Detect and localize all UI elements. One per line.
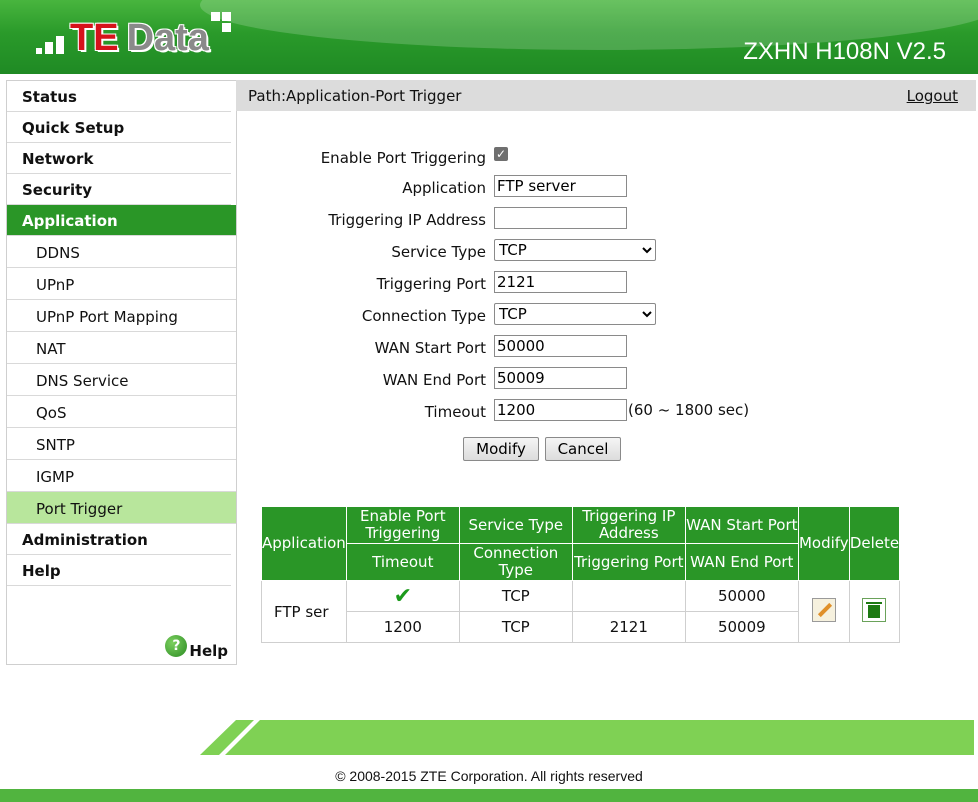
trig-port-label: Triggering Port — [376, 275, 486, 293]
enable-label: Enable Port Triggering — [320, 149, 486, 167]
header-banner: TE Data ZXHN H108N V2.5 — [0, 0, 978, 74]
sidebar-item-status[interactable]: Status — [7, 81, 231, 112]
enable-checkbox[interactable]: ✓ — [494, 147, 508, 161]
help-link[interactable]: ? Help — [165, 635, 228, 660]
service-type-label: Service Type — [391, 243, 486, 261]
trig-ip-label: Triggering IP Address — [328, 211, 486, 229]
logo-dots-icon — [32, 18, 68, 58]
trig-port-input[interactable] — [494, 271, 627, 293]
conn-type-select[interactable]: TCP — [494, 303, 656, 325]
bottom-bar — [0, 789, 978, 802]
path-bar: Path:Application-Port Trigger Logout — [236, 80, 976, 111]
application-label: Application — [402, 179, 486, 197]
wan-start-row: WAN Start Port — [236, 335, 836, 359]
wan-start-label: WAN Start Port — [374, 339, 486, 357]
th-enable: Enable Port Triggering — [345, 506, 460, 544]
trig-ip-input[interactable] — [494, 207, 627, 229]
copyright-text: © 2008-2015 ZTE Corporation. All rights … — [335, 768, 643, 784]
footer-green-band — [200, 720, 974, 755]
modify-button[interactable]: Modify — [463, 437, 539, 461]
th-modify: Modify — [797, 506, 850, 581]
cell-trig-ip — [571, 580, 686, 612]
breadcrumb: Path:Application-Port Trigger — [248, 87, 462, 105]
logout-link[interactable]: Logout — [907, 87, 958, 105]
wan-end-input[interactable] — [494, 367, 627, 389]
th-wan-start: WAN Start Port — [684, 506, 799, 544]
sidebar-item-help[interactable]: Help — [7, 555, 231, 586]
th-conn-type: Connection Type — [458, 543, 573, 581]
cell-modify — [797, 580, 850, 643]
th-timeout: Timeout — [345, 543, 460, 581]
footer-band — [200, 720, 974, 755]
sidebar-item-upnp-port-mapping[interactable]: UPnP Port Mapping — [7, 300, 236, 332]
enable-row: Enable Port Triggering ✓ — [236, 145, 836, 169]
sidebar-item-security[interactable]: Security — [7, 174, 231, 205]
cell-conn-type: TCP — [458, 611, 573, 643]
cell-application: FTP ser — [261, 580, 347, 643]
sidebar-item-administration[interactable]: Administration — [7, 524, 231, 555]
conn-type-row: Connection Type TCP — [236, 303, 836, 327]
model-name: ZXHN H108N V2.5 — [743, 38, 946, 65]
timeout-label: Timeout — [424, 403, 486, 421]
cell-trig-port: 2121 — [571, 611, 686, 643]
service-type-row: Service Type TCP — [236, 239, 836, 263]
cell-service-type: TCP — [458, 580, 573, 612]
th-wan-end: WAN End Port — [684, 543, 799, 581]
cell-enabled: ✔ — [345, 580, 460, 612]
sidebar-item-ddns[interactable]: DDNS — [7, 236, 236, 268]
service-type-select[interactable]: TCP — [494, 239, 656, 261]
port-trigger-table: Application Enable Port Triggering Servi… — [261, 506, 901, 643]
cell-wan-start: 50000 — [684, 580, 799, 612]
sidebar-item-network[interactable]: Network — [7, 143, 231, 174]
sidebar-item-nat[interactable]: NAT — [7, 332, 236, 364]
table-row: FTP ser ✔ TCP 50000 — [261, 580, 901, 643]
sidebar-item-igmp[interactable]: IGMP — [7, 460, 236, 492]
logo-te-text: TE — [70, 16, 119, 59]
cancel-button[interactable]: Cancel — [545, 437, 621, 461]
application-input[interactable] — [494, 175, 627, 197]
application-row: Application — [236, 175, 836, 199]
edit-icon[interactable] — [811, 597, 836, 622]
help-label: Help — [189, 642, 228, 660]
trash-icon[interactable] — [862, 597, 887, 622]
cell-timeout: 1200 — [345, 611, 460, 643]
help-icon: ? — [165, 635, 188, 657]
timeout-hint: (60 ~ 1800 sec) — [628, 401, 750, 419]
th-service-type: Service Type — [458, 506, 573, 544]
cell-wan-end: 50009 — [684, 611, 799, 643]
wan-end-label: WAN End Port — [382, 371, 486, 389]
th-delete: Delete — [848, 506, 901, 581]
sidebar-item-upnp[interactable]: UPnP — [7, 268, 236, 300]
sidebar-item-dns-service[interactable]: DNS Service — [7, 364, 236, 396]
sidebar-item-quick-setup[interactable]: Quick Setup — [7, 112, 231, 143]
trig-port-row: Triggering Port — [236, 271, 836, 295]
wan-end-row: WAN End Port — [236, 367, 836, 391]
checkmark-icon: ✔ — [393, 583, 413, 609]
th-application: Application — [261, 506, 347, 581]
sidebar-item-port-trigger[interactable]: Port Trigger — [7, 492, 236, 524]
conn-type-label: Connection Type — [361, 307, 486, 325]
te-data-logo: TE Data — [32, 10, 233, 66]
sidebar-item-qos[interactable]: QoS — [7, 396, 236, 428]
th-trig-port: Triggering Port — [571, 543, 686, 581]
sidebar-item-sntp[interactable]: SNTP — [7, 428, 236, 460]
wan-start-input[interactable] — [494, 335, 627, 357]
cell-delete — [848, 580, 901, 643]
logo-squares-icon — [210, 10, 233, 40]
timeout-row: Timeout (60 ~ 1800 sec) — [236, 399, 836, 423]
sidebar-item-application[interactable]: Application — [7, 205, 236, 236]
timeout-input[interactable] — [494, 399, 627, 421]
th-trig-ip: Triggering IP Address — [571, 506, 686, 544]
logo-data-text: Data — [126, 16, 209, 59]
sidebar: Status Quick Setup Network Security Appl… — [6, 80, 237, 665]
trig-ip-row: Triggering IP Address — [236, 207, 836, 231]
